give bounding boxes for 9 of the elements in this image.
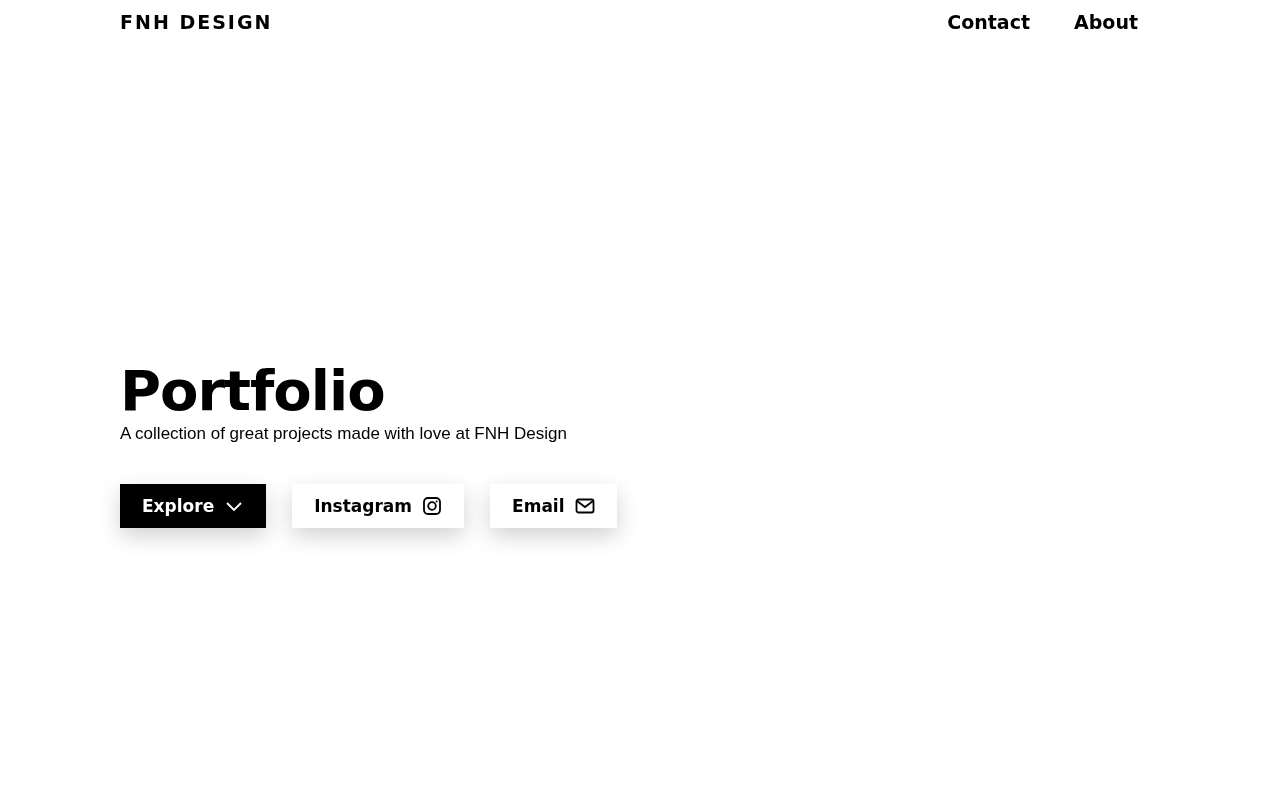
hero-subtitle: A collection of great projects made with love at FNH Design (120, 423, 568, 444)
nav-link[interactable]: About (1074, 11, 1138, 33)
hero-title: Portfolio (120, 360, 386, 422)
primary-button[interactable]: Explore (120, 483, 267, 528)
nav-link[interactable]: Contact (947, 11, 1031, 33)
secondary-button[interactable]: Email (490, 483, 617, 528)
site-logo[interactable]: FNH DESIGN (120, 11, 273, 33)
secondary-button[interactable]: Instagram (292, 483, 465, 528)
camera-icon (422, 495, 443, 516)
